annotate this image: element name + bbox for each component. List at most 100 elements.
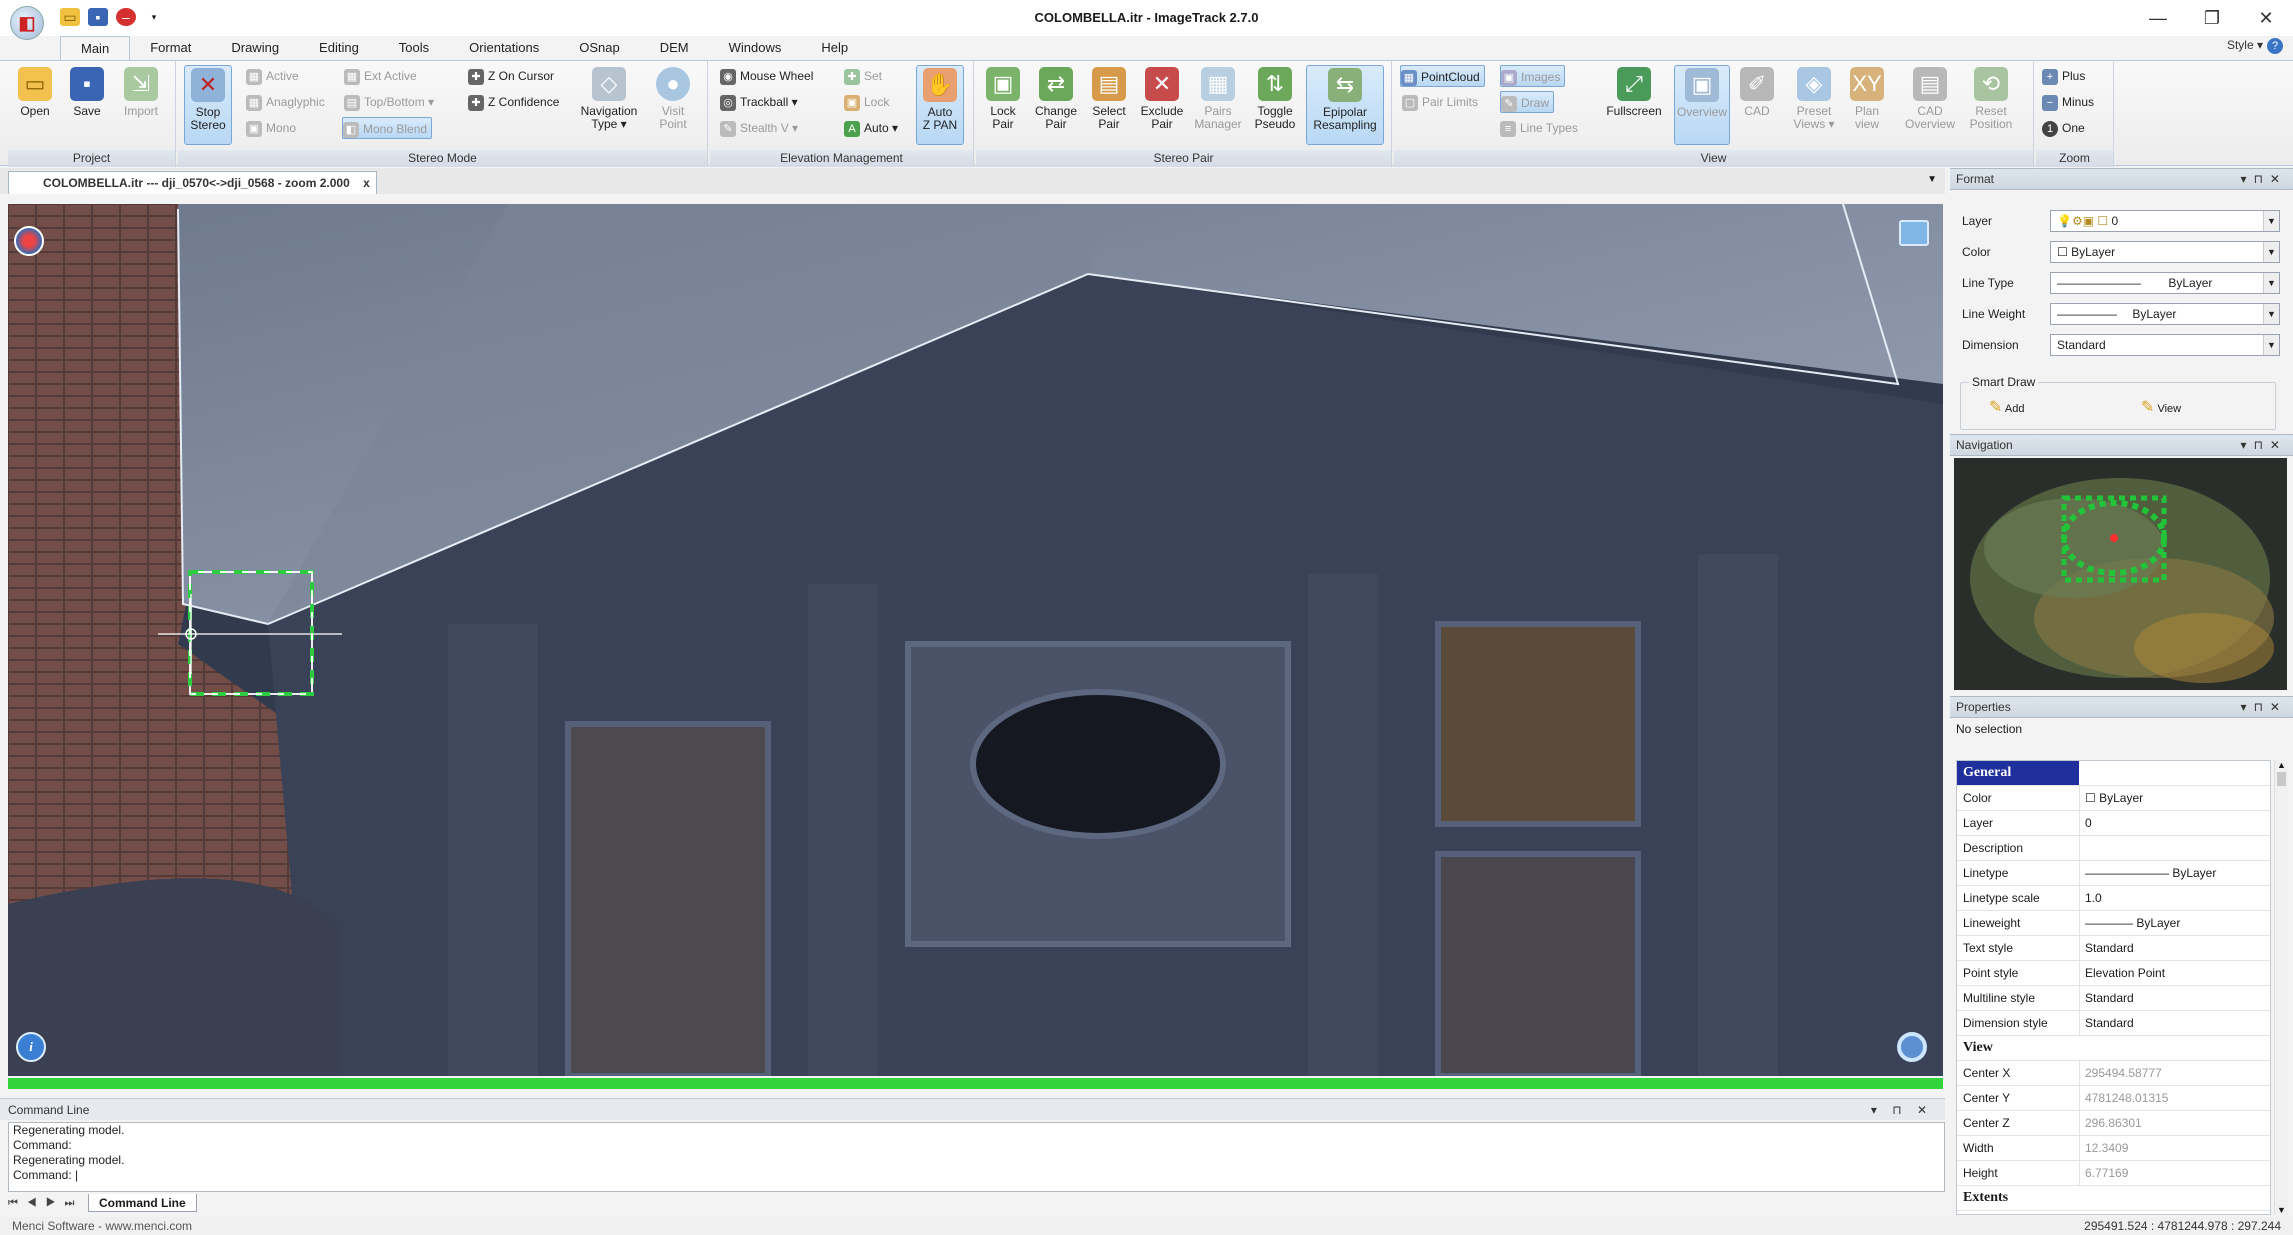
stop-stereo-button[interactable]: ✕ Stop Stereo xyxy=(184,65,232,145)
tab-osnap[interactable]: OSnap xyxy=(559,36,639,60)
navigation-type-button[interactable]: ◇ Navigation Type ▾ xyxy=(576,65,642,145)
tab-orientations[interactable]: Orientations xyxy=(449,36,559,60)
property-row[interactable]: Dimension style Standard xyxy=(1957,1011,2270,1036)
command-line-input[interactable]: Command: | xyxy=(13,1168,1944,1183)
change-pair-button[interactable]: ⇄ Change Pair xyxy=(1030,65,1082,145)
auto-zpan-button[interactable]: ✋ Auto Z PAN xyxy=(916,65,964,145)
zoom-one-button[interactable]: 1 One xyxy=(2042,117,2085,139)
scroll-thumb[interactable] xyxy=(2277,772,2286,786)
lock-pair-button[interactable]: ▣ Lock Pair xyxy=(980,65,1026,145)
lock-elev-button[interactable]: ▣ Lock xyxy=(844,91,889,113)
pair-limits-toggle[interactable]: ▢ Pair Limits xyxy=(1402,91,1478,113)
property-row[interactable]: Lineweight ———— ByLayer xyxy=(1957,911,2270,936)
toggle-pseudo-button[interactable]: ⇅ Toggle Pseudo xyxy=(1250,65,1300,145)
line-types-toggle[interactable]: ≡ Line Types xyxy=(1500,117,1578,139)
tab-list-dropdown-icon[interactable]: ▼ xyxy=(1927,174,1937,185)
property-row[interactable]: Linetype ——————— ByLayer xyxy=(1957,861,2270,886)
z-on-cursor-button[interactable]: ✚ Z On Cursor xyxy=(468,65,554,87)
property-row[interactable]: Multiline style Standard xyxy=(1957,986,2270,1011)
tab-dem[interactable]: DEM xyxy=(640,36,709,60)
epipolar-resampling-button[interactable]: ⇆ Epipolar Resampling xyxy=(1306,65,1384,145)
tab-help[interactable]: Help xyxy=(801,36,868,60)
color-dropdown[interactable]: ☐ ByLayer ▼ xyxy=(2050,241,2280,263)
stealth-button[interactable]: ✎ Stealth V ▾ xyxy=(720,117,798,139)
property-category[interactable]: View xyxy=(1957,1036,2270,1061)
stereo-viewport[interactable]: i xyxy=(8,204,1943,1076)
fullscreen-button[interactable]: ⤢ Fullscreen xyxy=(1602,65,1666,145)
zoom-minus-button[interactable]: − Minus xyxy=(2042,91,2094,113)
save-button[interactable]: ▪ Save xyxy=(64,65,110,145)
pointcloud-toggle[interactable]: ▦ PointCloud xyxy=(1400,65,1485,87)
top-bottom-button[interactable]: ▤ Top/Bottom ▾ xyxy=(344,91,434,113)
property-row[interactable]: Width 12.3409 xyxy=(1957,1136,2270,1161)
property-row[interactable]: Layer 0 xyxy=(1957,811,2270,836)
property-row[interactable]: Height 6.77169 xyxy=(1957,1161,2270,1186)
minimize-button[interactable]: — xyxy=(2131,0,2185,36)
panel-controls[interactable]: ▾ ⊓ ✕ xyxy=(1871,1099,1933,1121)
lineweight-dropdown[interactable]: ————— ByLayer ▼ xyxy=(2050,303,2280,325)
property-row[interactable]: Center Y 4781248.01315 xyxy=(1957,1086,2270,1111)
pairs-manager-button[interactable]: ▦ Pairs Manager xyxy=(1190,65,1246,145)
panel-controls[interactable]: ▾⊓✕ xyxy=(2241,169,2287,190)
set-button[interactable]: ✚ Set xyxy=(844,65,882,87)
property-row[interactable]: Text style Standard xyxy=(1957,936,2270,961)
anaglyphic-button[interactable]: ▦ Anaglyphic xyxy=(246,91,325,113)
zoom-plus-button[interactable]: + Plus xyxy=(2042,65,2085,87)
open-button[interactable]: ▭ Open xyxy=(12,65,58,145)
mono-blend-button[interactable]: ◧ Mono Blend xyxy=(342,117,433,139)
property-row[interactable]: Description xyxy=(1957,836,2270,861)
cad-overview-button[interactable]: ▤ CAD Overview xyxy=(1902,65,1958,145)
scroll-down-icon[interactable]: ▼ xyxy=(2275,1205,2288,1215)
tab-windows[interactable]: Windows xyxy=(709,36,802,60)
property-category[interactable]: Extents xyxy=(1957,1186,2270,1211)
close-window-button[interactable]: ✕ xyxy=(2239,0,2293,36)
reset-position-button[interactable]: ⟲ Reset Position xyxy=(1962,65,2020,145)
navigation-map[interactable] xyxy=(1954,458,2287,690)
mouse-wheel-button[interactable]: ◉ Mouse Wheel xyxy=(720,65,813,87)
property-row[interactable]: Center Z 296.86301 xyxy=(1957,1111,2270,1136)
info-icon[interactable]: i xyxy=(16,1032,46,1062)
tab-scroll-arrows[interactable]: ⏮◀▶⏭ xyxy=(8,1194,83,1212)
cad-button[interactable]: ✐ CAD xyxy=(1734,65,1780,145)
tab-editing[interactable]: Editing xyxy=(299,36,379,60)
document-tab[interactable]: COLOMBELLA.itr --- dji_0570<->dji_0568 -… xyxy=(8,171,377,194)
property-row[interactable]: Color ☐ ByLayer xyxy=(1957,786,2270,811)
select-pair-button[interactable]: ▤ Select Pair xyxy=(1086,65,1132,145)
property-category[interactable]: General xyxy=(1957,761,2270,786)
tab-tools[interactable]: Tools xyxy=(379,36,449,60)
monitor-icon[interactable] xyxy=(1899,220,1929,246)
ext-active-button[interactable]: ▦ Ext Active xyxy=(344,65,417,87)
visit-point-button[interactable]: ● Visit Point xyxy=(650,65,696,145)
magnifier-icon[interactable] xyxy=(1897,1032,1927,1062)
active-button[interactable]: ▦ Active xyxy=(246,65,299,87)
properties-scrollbar[interactable]: ▲ ▼ xyxy=(2274,760,2288,1215)
images-toggle[interactable]: ▣ Images xyxy=(1500,65,1566,87)
restore-button[interactable]: ❐ xyxy=(2185,0,2239,36)
panel-controls[interactable]: ▾⊓✕ xyxy=(2241,697,2287,718)
draw-toggle[interactable]: ✎ Draw xyxy=(1500,91,1555,113)
command-line-output[interactable]: Regenerating model. Command: Regeneratin… xyxy=(8,1122,1945,1192)
property-row[interactable]: Center X 295494.58777 xyxy=(1957,1061,2270,1086)
auto-button[interactable]: A Auto ▾ xyxy=(844,117,898,139)
smart-draw-view-button[interactable]: ✎ View xyxy=(2141,397,2181,417)
tab-format[interactable]: Format xyxy=(130,36,211,60)
import-button[interactable]: ⇲ Import xyxy=(118,65,164,145)
z-confidence-button[interactable]: ✚ Z Confidence xyxy=(468,91,559,113)
plan-view-button[interactable]: XY Plan view xyxy=(1844,65,1890,145)
compass-icon[interactable] xyxy=(14,226,44,256)
layer-dropdown[interactable]: 💡⚙▣ ☐ 0 ▼ xyxy=(2050,210,2280,232)
help-icon[interactable]: ? xyxy=(2267,38,2283,54)
panel-controls[interactable]: ▾⊓✕ xyxy=(2241,435,2287,456)
trackball-button[interactable]: ◎ Trackball ▾ xyxy=(720,91,798,113)
overview-button[interactable]: ▣ Overview xyxy=(1674,65,1730,145)
style-menu[interactable]: Style ▾ xyxy=(2227,38,2263,52)
property-row[interactable]: Linetype scale 1.0 xyxy=(1957,886,2270,911)
tab-main[interactable]: Main xyxy=(60,36,131,61)
dimension-dropdown[interactable]: Standard ▼ xyxy=(2050,334,2280,356)
close-tab-icon[interactable]: x xyxy=(363,172,370,194)
property-row[interactable]: Point style Elevation Point xyxy=(1957,961,2270,986)
linetype-dropdown[interactable]: ——————— ByLayer ▼ xyxy=(2050,272,2280,294)
preset-views-button[interactable]: ◈ Preset Views ▾ xyxy=(1788,65,1840,145)
command-line-tab[interactable]: Command Line xyxy=(88,1194,197,1212)
scroll-up-icon[interactable]: ▲ xyxy=(2275,760,2288,770)
